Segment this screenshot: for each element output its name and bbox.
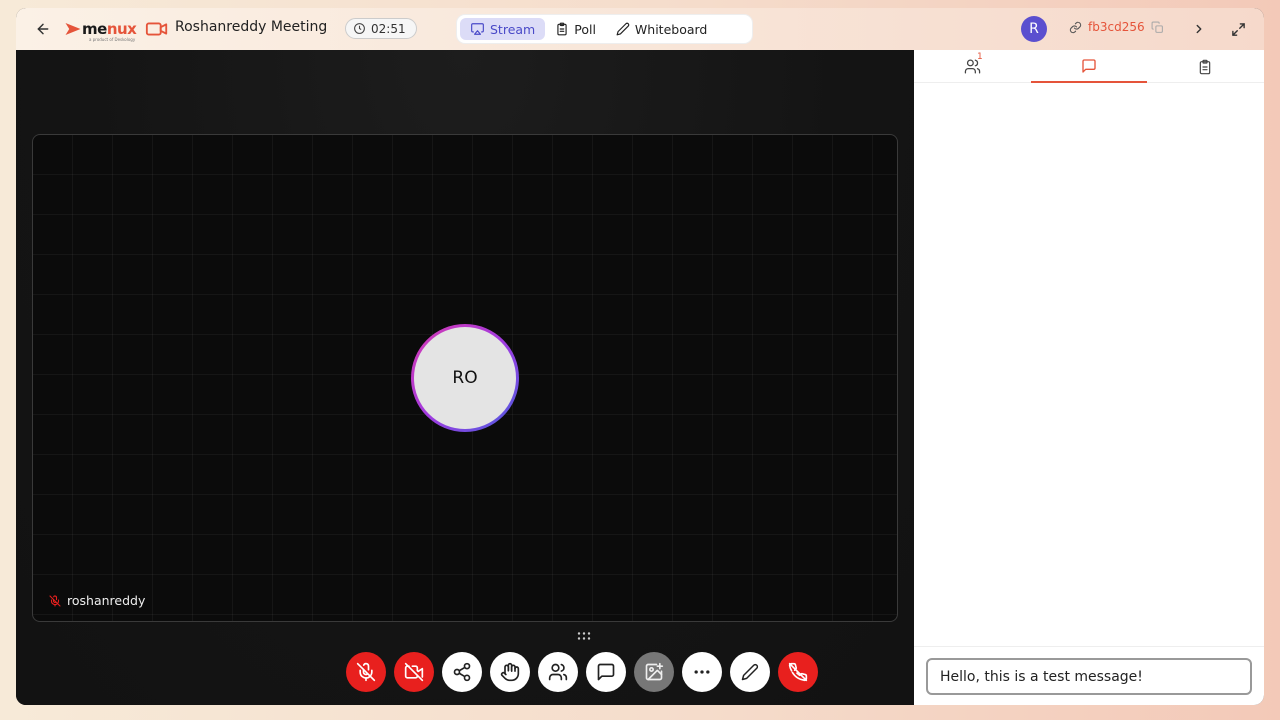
share-button[interactable] <box>442 652 482 692</box>
video-stage: RO roshanreddy <box>16 50 914 705</box>
camera-toggle-button[interactable] <box>394 652 434 692</box>
copy-icon[interactable] <box>1151 21 1164 34</box>
participant-initials: RO <box>414 327 516 429</box>
annotate-button[interactable] <box>730 652 770 692</box>
more-button[interactable] <box>682 652 722 692</box>
call-controls-bar <box>346 650 826 694</box>
panel-tab-chat[interactable] <box>1030 50 1148 83</box>
chat-button[interactable] <box>586 652 626 692</box>
chat-composer <box>914 646 1264 705</box>
tab-poll[interactable]: Poll <box>545 18 606 40</box>
timer-value: 02:51 <box>371 21 406 36</box>
chevron-right-icon <box>1196 24 1202 34</box>
link-icon <box>1069 21 1082 33</box>
tab-stream-label: Stream <box>490 21 536 37</box>
chat-icon <box>1082 58 1096 73</box>
logo-subtitle: a product of Deskology <box>89 37 136 42</box>
meeting-id-link[interactable]: fb3cd256 <box>1069 20 1164 34</box>
logo-accent-text: nux <box>106 20 137 38</box>
camera-off-icon <box>404 662 424 682</box>
mic-off-icon <box>356 662 376 682</box>
clipboard-icon <box>557 22 567 36</box>
panel-tab-notes[interactable] <box>1147 50 1264 83</box>
pencil-icon <box>616 22 630 36</box>
expand-icon <box>1231 22 1245 36</box>
chat-message-input[interactable] <box>926 658 1252 695</box>
chat-icon <box>597 663 615 681</box>
grip-dots-icon <box>577 632 591 640</box>
participants-count-badge: 1 <box>977 52 983 62</box>
logo-mark-icon <box>65 23 81 35</box>
fullscreen-button[interactable] <box>1228 19 1248 39</box>
side-panel: 1 <box>914 50 1264 705</box>
effects-button[interactable] <box>634 652 674 692</box>
hand-icon <box>500 662 520 682</box>
top-bar: menux a product of Deskology Roshanreddy… <box>16 8 1264 50</box>
arrow-left-icon <box>37 23 49 35</box>
drag-grip-handle[interactable] <box>576 626 592 640</box>
brand-logo: menux a product of Deskology <box>64 17 137 42</box>
meeting-timer: 02:51 <box>345 18 417 39</box>
tab-whiteboard[interactable]: Whiteboard <box>606 18 717 40</box>
user-avatar[interactable]: R <box>1021 16 1047 42</box>
back-button[interactable] <box>32 18 54 40</box>
logo-main-text: me <box>82 20 107 38</box>
mic-off-icon <box>49 594 61 607</box>
tab-stream[interactable]: Stream <box>460 18 546 40</box>
participant-tile: RO roshanreddy <box>32 134 898 622</box>
participant-name-tag: roshanreddy <box>49 593 145 608</box>
tab-whiteboard-label: Whiteboard <box>634 21 708 37</box>
meeting-title: Roshanreddy Meeting <box>175 19 328 35</box>
video-camera-icon <box>145 19 169 39</box>
pencil-icon <box>741 663 759 681</box>
panel-tabs: 1 <box>914 50 1264 83</box>
stream-icon <box>471 23 484 35</box>
clock-icon <box>354 23 365 34</box>
meeting-app: menux a product of Deskology Roshanreddy… <box>16 8 1264 705</box>
leave-button[interactable] <box>778 652 818 692</box>
participant-avatar: RO <box>411 324 519 432</box>
phone-off-icon <box>788 662 808 682</box>
mic-toggle-button[interactable] <box>346 652 386 692</box>
tab-poll-label: Poll <box>574 21 596 37</box>
meeting-id-text: fb3cd256 <box>1088 20 1145 34</box>
view-tabs: Stream Poll Whiteboard <box>457 15 752 43</box>
users-icon <box>548 663 568 681</box>
share-icon <box>453 662 471 682</box>
participants-button[interactable] <box>538 652 578 692</box>
collapse-panel-button[interactable] <box>1189 19 1209 39</box>
raise-hand-button[interactable] <box>490 652 530 692</box>
participant-name: roshanreddy <box>67 593 146 608</box>
panel-tab-participants[interactable]: 1 <box>914 50 1031 83</box>
image-sparkle-icon <box>645 662 664 681</box>
more-icon <box>694 670 710 674</box>
clipboard-icon <box>1200 59 1211 74</box>
